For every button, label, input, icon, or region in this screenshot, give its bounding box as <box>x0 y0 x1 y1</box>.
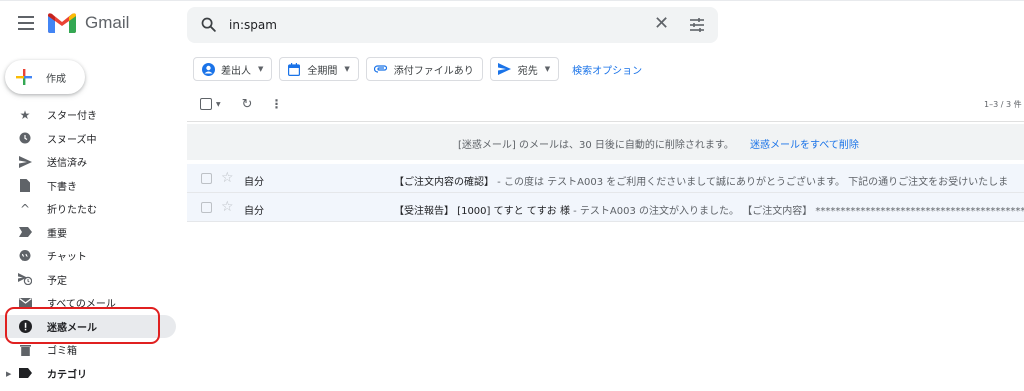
clear-search-icon[interactable]: ✕ <box>654 15 669 33</box>
sidebar-item-label: スター付き <box>47 111 97 123</box>
message-content: 【受注報告】 [1000] てすと てすお 様 - テストA003 の注文が入り… <box>394 202 1024 217</box>
send-icon <box>18 155 32 169</box>
sidebar-item-label: 迷惑メール <box>47 322 97 334</box>
sidebar-item-important[interactable]: 重要 <box>0 221 176 245</box>
select-dropdown-icon[interactable]: ▼ <box>216 101 221 108</box>
banner-message: [迷惑メール] のメールは、30 日後に自動的に削除されます。 <box>458 140 734 151</box>
sidebar-item-label: すべてのメール <box>47 299 116 311</box>
calendar-icon <box>287 62 301 76</box>
chevron-down-icon: ▼ <box>344 65 350 73</box>
star-toggle-icon[interactable]: ☆ <box>221 169 234 187</box>
sidebar-item-chat[interactable]: チャット <box>0 244 176 268</box>
sidebar-item-label: 送信済み <box>47 158 87 170</box>
search-input[interactable] <box>229 15 629 35</box>
label-icon <box>18 366 32 380</box>
attachment-icon <box>373 62 388 76</box>
advanced-search-link[interactable]: 検索オプション <box>572 62 642 77</box>
top-border <box>0 0 1024 1</box>
sidebar-item-label: 下書き <box>47 181 77 193</box>
message-subject: 【受注報告】 [1000] てすと てすお 様 <box>394 206 570 217</box>
sidebar-item-label: 予定 <box>47 275 67 287</box>
sidebar-item-label: スヌーズ中 <box>47 134 97 146</box>
search-bar[interactable]: ✕ <box>187 7 718 43</box>
refresh-icon[interactable]: ↻ <box>242 98 253 111</box>
message-row[interactable]: ☆ 自分 【ご注文内容の確認】 - この度は テストA003 をご利用くださいま… <box>187 164 1024 193</box>
sidebar-item-spam[interactable]: 迷惑メール <box>0 314 176 338</box>
sidebar-item-trash[interactable]: ゴミ箱 <box>0 338 176 362</box>
sidebar-item-label: ゴミ箱 <box>47 346 77 358</box>
gmail-window: Gmail ✕ 作成 ★ スター付き <box>0 0 1024 391</box>
expand-caret-icon[interactable]: ▶ <box>6 370 11 378</box>
filter-chip-from[interactable]: 差出人 ▼ <box>193 57 273 81</box>
message-snippet: - この度は テストA003 をご利用くださいまして誠にありがとうございます。 … <box>494 177 1009 188</box>
chip-label: 宛先 <box>517 65 538 77</box>
spam-notice-banner: [迷惑メール] のメールは、30 日後に自動的に削除されます。 迷惑メールをすべ… <box>187 124 1024 160</box>
spam-icon <box>18 319 32 333</box>
pagination-count: 1–3 / 3 件 <box>984 100 1022 109</box>
search-icon[interactable] <box>200 16 217 33</box>
message-toolbar: ▼ ↻ ⋮ <box>200 96 283 112</box>
send-icon <box>498 62 512 76</box>
scheduled-icon <box>18 272 32 286</box>
gmail-logo[interactable]: Gmail <box>48 12 129 33</box>
select-all-checkbox[interactable] <box>200 98 212 110</box>
clock-icon <box>18 131 32 145</box>
app-name: Gmail <box>85 12 130 32</box>
chevron-down-icon: ▼ <box>258 65 264 73</box>
delete-all-spam-link[interactable]: 迷惑メールをすべて削除 <box>750 136 859 151</box>
gmail-m-icon <box>48 13 76 33</box>
star-toggle-icon[interactable]: ☆ <box>221 198 234 216</box>
sidebar-item-label: チャット <box>47 252 87 264</box>
message-row[interactable]: ☆ 自分 【受注報告】 [1000] てすと てすお 様 - テストA003 の… <box>187 193 1024 222</box>
sidebar-item-collapse[interactable]: ^ 折りたたむ <box>0 197 176 221</box>
main-menu-icon[interactable] <box>18 16 34 30</box>
filter-chip-attachment[interactable]: 添付ファイルあり <box>365 57 483 81</box>
search-filter-chips: 差出人 ▼ 全期間 ▼ 添付ファイルあり 宛先 ▼ 検索オプション <box>193 57 642 81</box>
message-subject: 【ご注文内容の確認】 <box>394 177 494 188</box>
more-options-icon[interactable]: ⋮ <box>271 98 283 110</box>
chat-icon <box>18 249 32 263</box>
trash-icon <box>18 343 32 357</box>
chip-label: 添付ファイルあり <box>393 65 474 77</box>
important-icon <box>18 225 32 239</box>
sidebar-item-sent[interactable]: 送信済み <box>0 150 176 174</box>
message-sender: 自分 <box>244 206 264 217</box>
message-snippet: - テストA003 の注文が入りました。 【ご注文内容】 ***********… <box>569 206 1024 217</box>
chevron-up-icon: ^ <box>19 201 31 216</box>
sidebar-item-label: カテゴリ <box>47 369 87 381</box>
person-icon <box>201 62 215 76</box>
sidebar-item-all-mail[interactable]: すべてのメール <box>0 291 176 315</box>
sidebar-item-starred[interactable]: ★ スター付き <box>0 103 176 127</box>
row-checkbox[interactable] <box>201 173 212 184</box>
draft-icon <box>18 178 32 192</box>
sidebar-item-scheduled[interactable]: 予定 <box>0 268 176 292</box>
all-mail-icon <box>18 296 32 310</box>
message-content: 【ご注文内容の確認】 - この度は テストA003 をご利用くださいまして誠にあ… <box>394 173 1008 188</box>
sidebar-item-label: 重要 <box>47 228 67 240</box>
row-checkbox[interactable] <box>201 202 212 213</box>
divider <box>187 121 1024 122</box>
search-options-tune-icon[interactable] <box>689 17 705 33</box>
compose-plus-icon <box>16 69 32 85</box>
star-icon: ★ <box>19 107 31 122</box>
sidebar-item-label: 折りたたむ <box>47 205 97 217</box>
chevron-down-icon: ▼ <box>544 65 551 73</box>
compose-button[interactable]: 作成 <box>5 60 85 94</box>
compose-label: 作成 <box>46 74 66 85</box>
sidebar-nav: ★ スター付き スヌーズ中 送信済み 下書き ^ 折りたたむ 重要 チャット 予… <box>0 103 176 385</box>
filter-chip-date[interactable]: 全期間 ▼ <box>279 57 359 81</box>
sidebar-item-categories[interactable]: ▶ カテゴリ <box>0 362 176 386</box>
filter-chip-to[interactable]: 宛先 ▼ <box>489 57 560 81</box>
message-sender: 自分 <box>244 177 264 188</box>
sidebar-item-snoozed[interactable]: スヌーズ中 <box>0 127 176 151</box>
chip-label: 差出人 <box>221 65 251 77</box>
sidebar-item-drafts[interactable]: 下書き <box>0 174 176 198</box>
chip-label: 全期間 <box>307 65 338 77</box>
